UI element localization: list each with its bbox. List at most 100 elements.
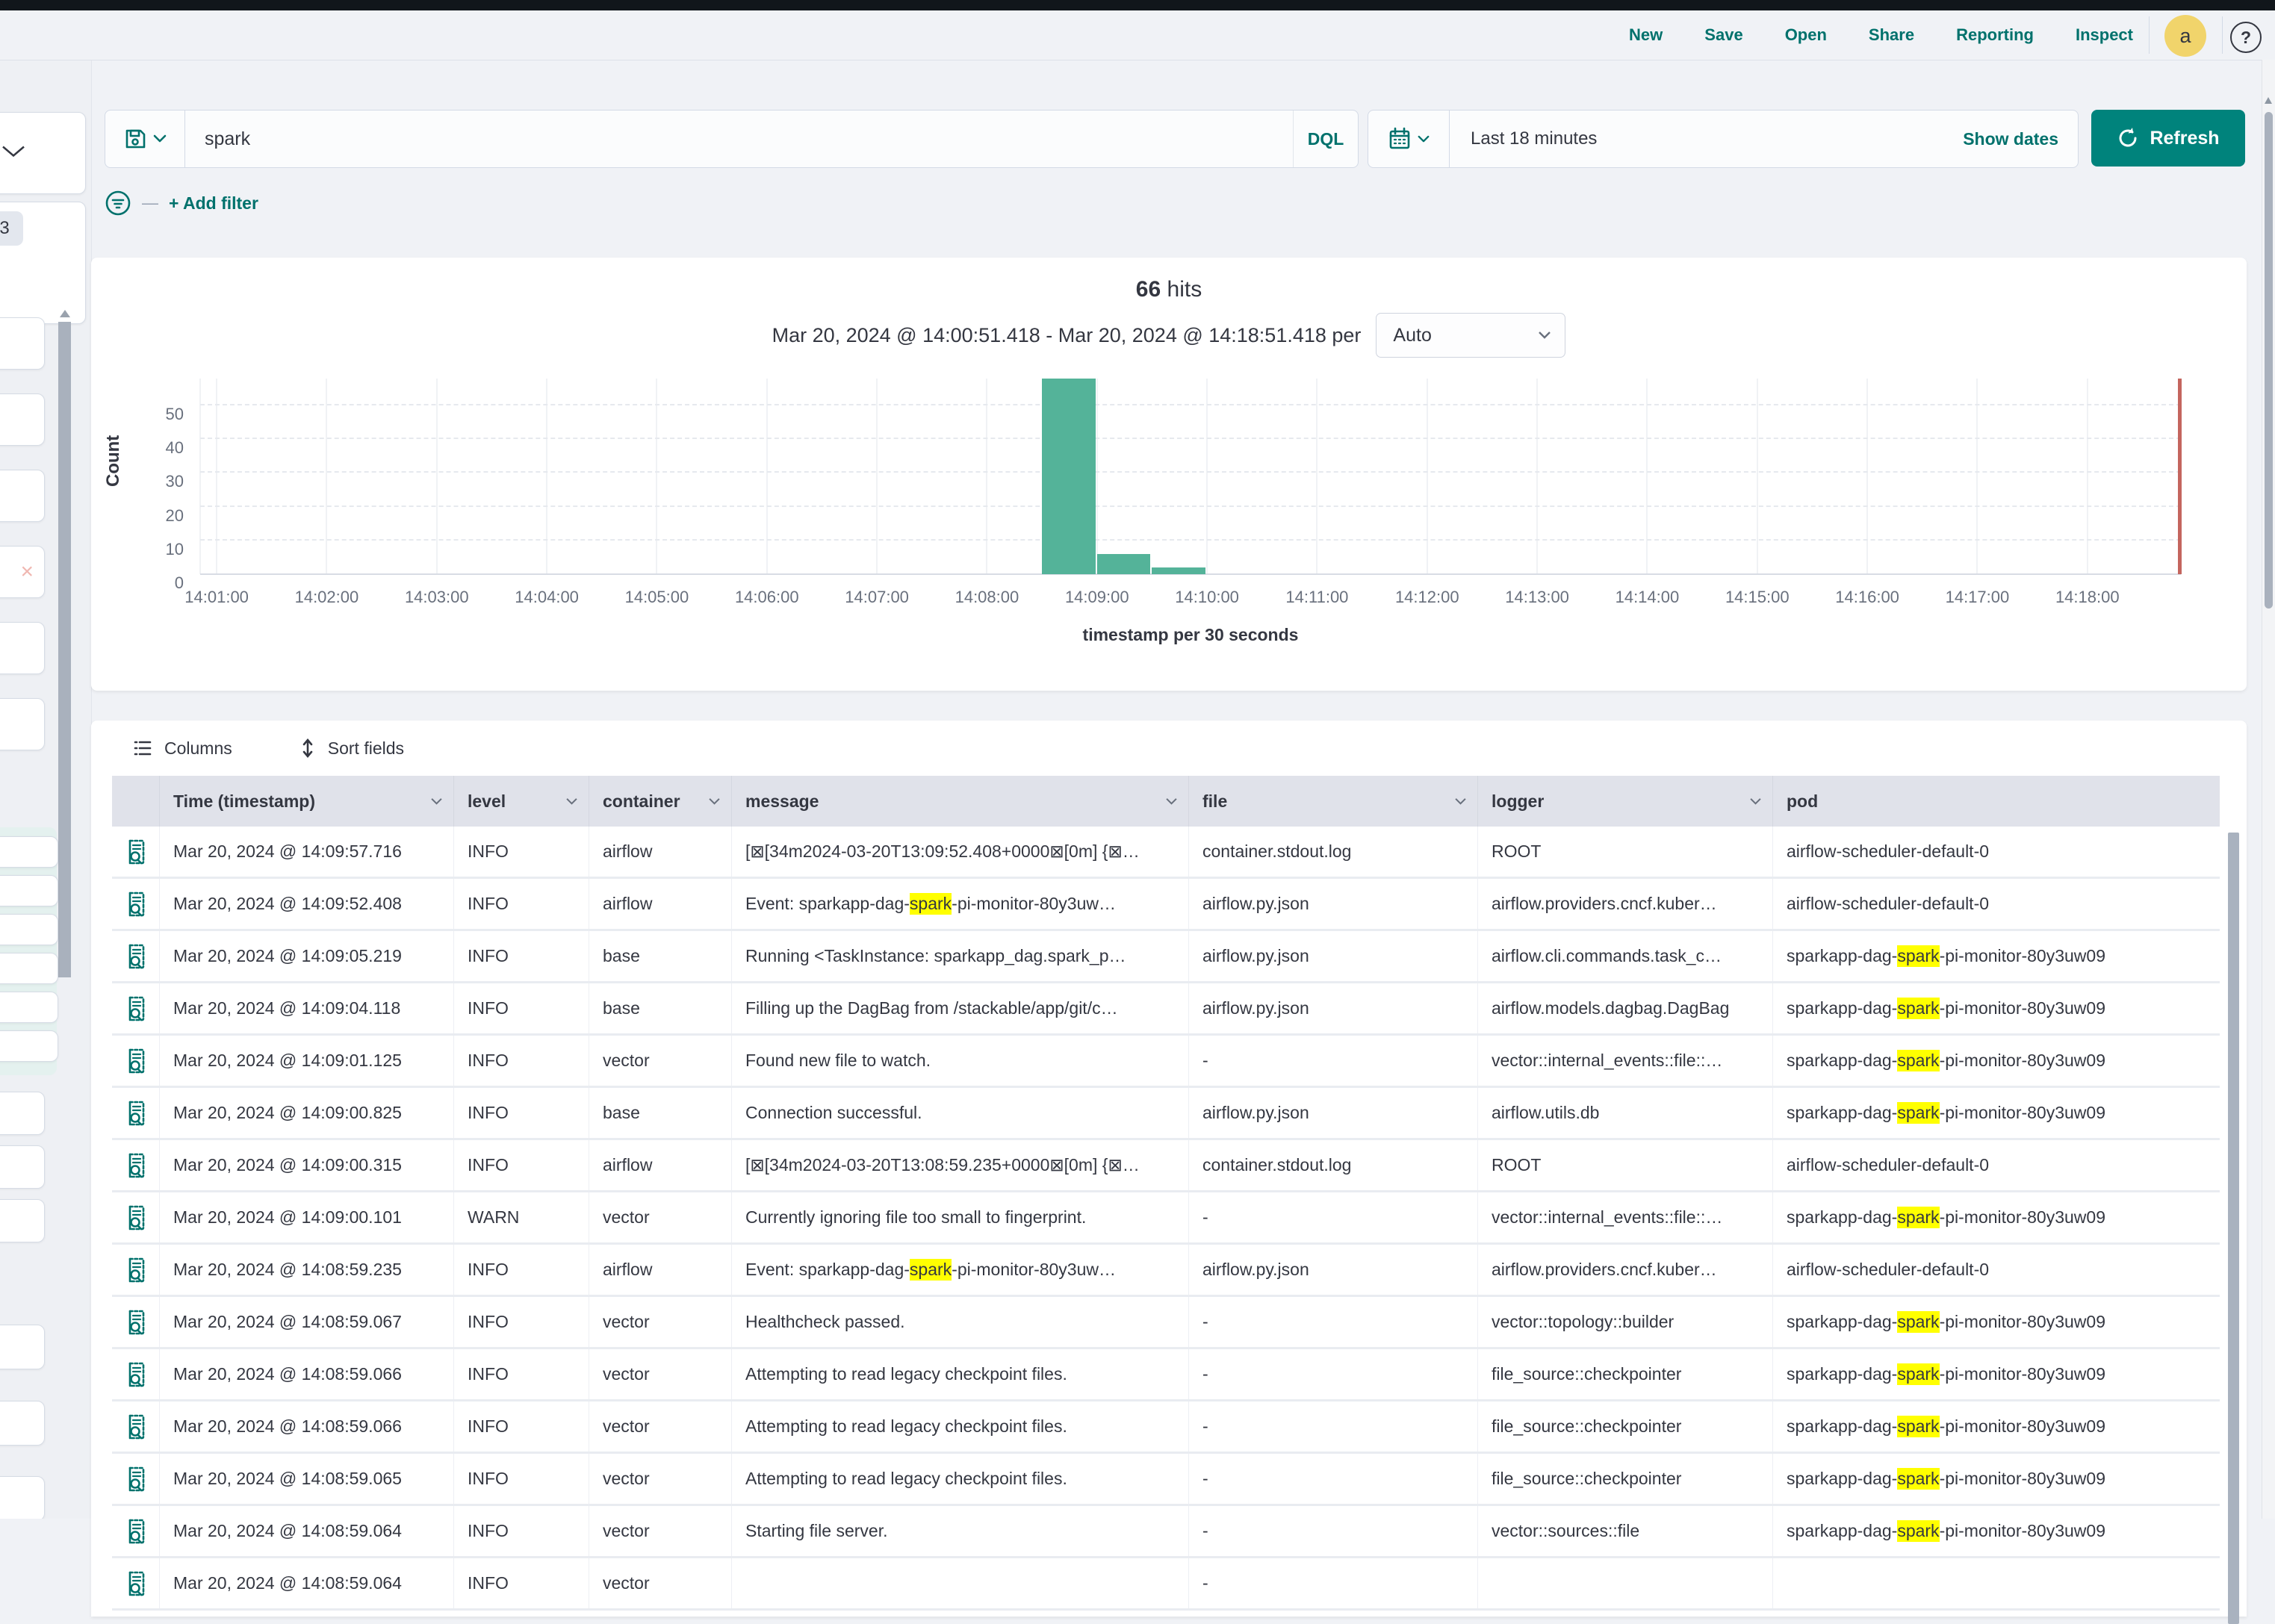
selected-field-pill[interactable]: [0, 875, 58, 906]
selected-field-pill[interactable]: [0, 914, 58, 945]
column-header-pod[interactable]: pod: [1773, 776, 2220, 827]
page-scrollbar[interactable]: [2262, 60, 2275, 1519]
quick-select-menu[interactable]: [1368, 111, 1450, 167]
nav-new[interactable]: New: [1629, 25, 1663, 45]
help-icon[interactable]: ?: [2230, 22, 2262, 53]
expand-row-button[interactable]: [112, 1036, 160, 1086]
search-input[interactable]: spark: [185, 111, 1293, 167]
selected-field-pill[interactable]: [0, 1030, 58, 1062]
expand-row-button[interactable]: [112, 1140, 160, 1190]
table-scrollbar[interactable]: [2228, 833, 2239, 1624]
cell-file: -: [1189, 1192, 1478, 1242]
field-pill[interactable]: [0, 1325, 45, 1369]
sidebar-collapse-box[interactable]: [0, 112, 86, 194]
cell-pod: [1773, 1558, 2220, 1608]
nav-save[interactable]: Save: [1704, 25, 1742, 45]
histogram-bar[interactable]: [1152, 567, 1205, 574]
show-dates-button[interactable]: Show dates: [1963, 111, 2078, 167]
expand-row-button[interactable]: [112, 1088, 160, 1138]
columns-button[interactable]: Columns: [133, 738, 232, 759]
page-scroll-thumb[interactable]: [2265, 112, 2273, 609]
scroll-up-arrow[interactable]: [2265, 97, 2272, 104]
column-header-message[interactable]: message: [732, 776, 1189, 827]
field-pill[interactable]: [0, 622, 45, 674]
field-pill[interactable]: [0, 698, 45, 750]
saved-query-menu[interactable]: [105, 111, 185, 167]
selected-field-pill[interactable]: [0, 953, 58, 984]
grid-line-vertical: [1757, 379, 1758, 574]
rail-scrollbar[interactable]: [58, 322, 71, 977]
expand-row-button[interactable]: [112, 879, 160, 929]
field-pill[interactable]: [0, 1199, 45, 1242]
inspect-document-icon: [125, 1204, 147, 1231]
expand-row-button[interactable]: [112, 1506, 160, 1556]
nav-share[interactable]: Share: [1869, 25, 1914, 45]
inspect-document-icon: [125, 1257, 147, 1284]
selected-field-pill[interactable]: [0, 992, 58, 1023]
field-pill[interactable]: [0, 393, 45, 446]
refresh-button[interactable]: Refresh: [2091, 110, 2245, 167]
x-tick-label: 14:09:00: [1065, 588, 1129, 607]
column-header-file[interactable]: file: [1189, 776, 1478, 827]
expand-row-button[interactable]: [112, 827, 160, 877]
nav-reporting[interactable]: Reporting: [1956, 25, 2034, 45]
expand-row-button[interactable]: [112, 1401, 160, 1452]
field-pill[interactable]: [0, 1092, 45, 1135]
field-pill[interactable]: ×: [0, 546, 45, 598]
expand-row-button[interactable]: [112, 1454, 160, 1504]
column-header-level[interactable]: level: [454, 776, 589, 827]
rail-scroll-up-arrow[interactable]: [60, 310, 70, 317]
expand-row-button[interactable]: [112, 1349, 160, 1399]
field-pill[interactable]: [0, 470, 45, 522]
column-header-logger[interactable]: logger: [1478, 776, 1773, 827]
avatar[interactable]: a: [2164, 15, 2206, 57]
histogram-bar[interactable]: [1042, 379, 1096, 574]
sidebar-count-box[interactable]: 3: [0, 202, 86, 324]
interval-select[interactable]: Auto: [1376, 313, 1565, 358]
cell-pod: sparkapp-dag-spark-pi-monitor-80y3uw09: [1773, 1088, 2220, 1138]
cell-file: airflow.py.json: [1189, 879, 1478, 929]
nav-open[interactable]: Open: [1785, 25, 1827, 45]
sort-fields-button[interactable]: Sort fields: [299, 738, 404, 759]
expand-row-button[interactable]: [112, 931, 160, 981]
columns-label: Columns: [164, 738, 232, 759]
cell-container: vector: [589, 1192, 732, 1242]
dql-button[interactable]: DQL: [1293, 111, 1358, 167]
histogram-plot[interactable]: [200, 379, 2181, 574]
expand-row-button[interactable]: [112, 1245, 160, 1295]
expand-row-button[interactable]: [112, 1297, 160, 1347]
remove-icon[interactable]: ×: [20, 559, 34, 585]
cell-file: -: [1189, 1506, 1478, 1556]
query-highlight: spark: [1897, 1416, 1939, 1437]
expand-row-button[interactable]: [112, 1192, 160, 1242]
nav-inspect[interactable]: Inspect: [2076, 25, 2133, 45]
filter-icon[interactable]: [105, 190, 131, 217]
selected-field-pill[interactable]: [0, 836, 58, 868]
histogram-bar[interactable]: [1097, 554, 1151, 574]
cell-container: vector: [589, 1297, 732, 1347]
x-tick-label: 14:15:00: [1725, 588, 1790, 607]
field-pill[interactable]: [0, 1476, 45, 1519]
search-box: spark DQL: [105, 110, 1359, 168]
field-pill[interactable]: [0, 1145, 45, 1189]
expand-row-button[interactable]: [112, 1558, 160, 1608]
cell-file: -: [1189, 1558, 1478, 1608]
cell-time: Mar 20, 2024 @ 14:09:04.118: [160, 983, 454, 1033]
expand-row-button[interactable]: [112, 983, 160, 1033]
column-header-time-timestamp-[interactable]: Time (timestamp): [160, 776, 454, 827]
field-pill[interactable]: [0, 317, 45, 370]
cell-container: base: [589, 983, 732, 1033]
column-header-container[interactable]: container: [589, 776, 732, 827]
query-highlight: spark: [1897, 1468, 1939, 1490]
field-pill[interactable]: [0, 1401, 45, 1446]
cell-logger: [1478, 1558, 1773, 1608]
add-filter-button[interactable]: + Add filter: [169, 193, 258, 214]
table-row: Mar 20, 2024 @ 14:08:59.066INFOvectorAtt…: [112, 1401, 2220, 1454]
cell-file: airflow.py.json: [1189, 1245, 1478, 1295]
time-range-value[interactable]: Last 18 minutes: [1450, 111, 1963, 167]
cell-message: Event: sparkapp-dag-spark-pi-monitor-80y…: [732, 1245, 1189, 1295]
grid-line-horizontal: [200, 539, 2181, 541]
cell-container: airflow: [589, 827, 732, 877]
selected-fields-panel: [0, 827, 57, 1075]
cell-message: Healthcheck passed.: [732, 1297, 1189, 1347]
